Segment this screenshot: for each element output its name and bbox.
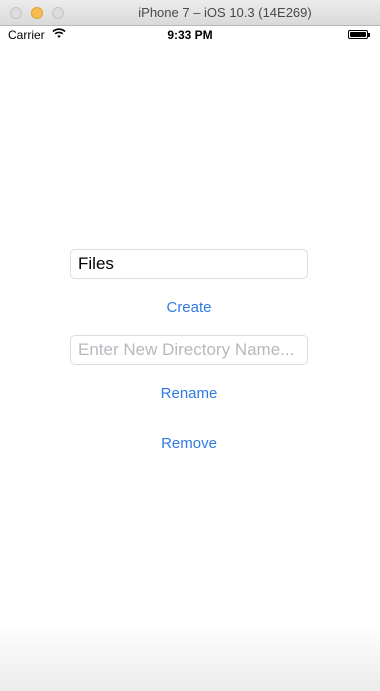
minimize-window-button[interactable] bbox=[31, 7, 43, 19]
name-field[interactable] bbox=[70, 249, 308, 279]
status-bar: Carrier 9:33 PM bbox=[0, 26, 380, 44]
window-title: iPhone 7 – iOS 10.3 (14E269) bbox=[138, 5, 312, 20]
rename-button[interactable]: Rename bbox=[70, 380, 308, 406]
simulator-window: iPhone 7 – iOS 10.3 (14E269) Carrier 9:3… bbox=[0, 0, 380, 691]
battery-icon bbox=[348, 30, 370, 39]
close-window-button[interactable] bbox=[10, 7, 22, 19]
remove-button[interactable]: Remove bbox=[70, 430, 308, 456]
new-directory-name-field[interactable] bbox=[70, 335, 308, 365]
create-button[interactable]: Create bbox=[70, 294, 308, 320]
device-screen: Carrier 9:33 PM Create Rename Remove bbox=[0, 26, 380, 691]
zoom-window-button[interactable] bbox=[52, 7, 64, 19]
window-titlebar: iPhone 7 – iOS 10.3 (14E269) bbox=[0, 0, 380, 26]
status-time: 9:33 PM bbox=[167, 28, 213, 42]
